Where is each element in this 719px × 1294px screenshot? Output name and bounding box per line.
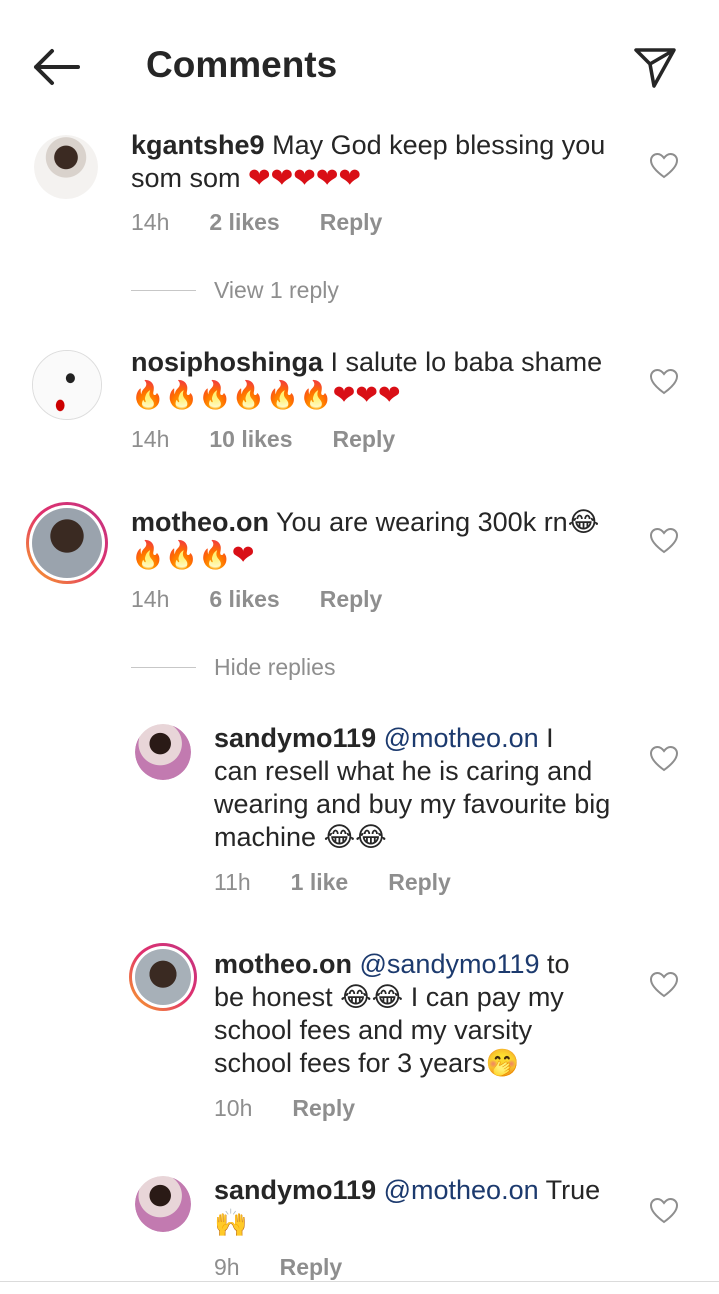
reply-body-1: True: [545, 1175, 601, 1205]
mention-link[interactable]: @sandymo119: [360, 949, 540, 979]
laughing-emoji: 😂: [567, 507, 600, 538]
comment-username[interactable]: motheo.on: [131, 507, 269, 537]
like-heart-icon[interactable]: [649, 367, 679, 397]
comment-meta: 14h 6 likes Reply: [131, 586, 382, 613]
reply-body-2: can resell what he is caring and: [214, 756, 593, 786]
hide-replies-toggle[interactable]: Hide replies: [131, 654, 335, 681]
reply-time: 9h: [214, 1254, 240, 1280]
header: Comments: [0, 0, 719, 130]
comment-body: You are wearing 300k rn: [276, 507, 568, 537]
comment-likes[interactable]: 2 likes: [209, 209, 279, 236]
reply-meta: 9h Reply: [214, 1254, 342, 1281]
reply-username[interactable]: motheo.on: [214, 949, 352, 979]
like-heart-icon[interactable]: [649, 526, 679, 556]
comment-meta: 14h 10 likes Reply: [131, 426, 395, 453]
thread-divider: [131, 290, 196, 291]
reply-body-3: wearing and buy my favourite big: [214, 789, 611, 819]
page-title: Comments: [146, 44, 338, 85]
reply-time: 10h: [214, 1095, 253, 1121]
reply-body-4: school fees for 3 years: [214, 1048, 486, 1078]
reply-button[interactable]: Reply: [280, 1254, 343, 1281]
back-arrow-icon[interactable]: [28, 44, 84, 90]
avatar[interactable]: [34, 135, 98, 199]
heart-emoji: ❤❤❤: [332, 380, 401, 411]
avatar[interactable]: [32, 350, 102, 420]
reply-likes[interactable]: 1 like: [291, 869, 349, 896]
hide-replies-label[interactable]: Hide replies: [214, 654, 335, 681]
comment-username[interactable]: nosiphoshinga: [131, 347, 323, 377]
heart-emoji: ❤❤❤❤❤: [248, 163, 362, 194]
like-heart-icon[interactable]: [649, 970, 679, 1000]
fire-emoji: 🔥🔥🔥: [131, 540, 232, 571]
bottom-divider: [0, 1281, 719, 1282]
reply-body-2a: be honest: [214, 982, 333, 1012]
reply-username[interactable]: sandymo119: [214, 723, 376, 753]
mention-link[interactable]: @motheo.on: [384, 723, 539, 753]
reply-body-1: to: [547, 949, 570, 979]
heart-emoji: ❤: [231, 540, 255, 571]
like-heart-icon[interactable]: [649, 744, 679, 774]
fire-emoji: 🔥🔥🔥🔥🔥🔥: [131, 380, 333, 411]
reply-text: sandymo119 @motheo.on I can resell what …: [214, 722, 634, 854]
reply-body-4: machine: [214, 822, 317, 852]
comment-text: nosiphoshinga I salute lo baba shame 🔥🔥🔥…: [131, 346, 621, 412]
thread-divider: [131, 667, 196, 668]
avatar-story-ring[interactable]: [129, 943, 197, 1011]
reply-body-2b: I can pay my: [410, 982, 564, 1012]
comment-username[interactable]: kgantshe9: [131, 130, 265, 160]
raising-hands-emoji: 🙌: [214, 1208, 248, 1239]
reply-button[interactable]: Reply: [320, 209, 383, 236]
comment-time: 14h: [131, 209, 170, 235]
comment-time: 14h: [131, 586, 170, 612]
comment-body: I salute lo baba shame: [330, 347, 603, 377]
reply-body-3: school fees and my varsity: [214, 1015, 533, 1045]
avatar[interactable]: [135, 1176, 191, 1232]
reply-meta: 11h 1 like Reply: [214, 869, 451, 896]
view-replies-label[interactable]: View 1 reply: [214, 277, 339, 304]
reply-text: sandymo119 @motheo.on True 🙌: [214, 1174, 634, 1240]
laughing-emoji: 😂😂: [340, 982, 404, 1013]
avatar[interactable]: [135, 724, 191, 780]
reply-time: 11h: [214, 869, 251, 895]
comment-time: 14h: [131, 426, 170, 452]
reply-button[interactable]: Reply: [333, 426, 396, 453]
reply-body-1: I: [546, 723, 554, 753]
view-replies-toggle[interactable]: View 1 reply: [131, 277, 339, 304]
reply-button[interactable]: Reply: [388, 869, 451, 896]
reply-button[interactable]: Reply: [292, 1095, 355, 1122]
reply-username[interactable]: sandymo119: [214, 1175, 376, 1205]
send-icon[interactable]: [630, 42, 680, 92]
like-heart-icon[interactable]: [649, 1196, 679, 1226]
comment-text: motheo.on You are wearing 300k rn😂 🔥🔥🔥❤: [131, 506, 621, 572]
avatar-story-ring[interactable]: [26, 502, 108, 584]
laughing-emoji: 😂😂: [323, 822, 387, 853]
reply-meta: 10h Reply: [214, 1095, 355, 1122]
hand-over-mouth-emoji: 🤭: [485, 1048, 520, 1079]
reply-button[interactable]: Reply: [320, 586, 383, 613]
mention-link[interactable]: @motheo.on: [384, 1175, 539, 1205]
reply-text: motheo.on @sandymo119 to be honest 😂😂 I …: [214, 948, 634, 1080]
comment-text: kgantshe9 May God keep blessing you som …: [131, 129, 621, 195]
comment-likes[interactable]: 10 likes: [209, 426, 292, 453]
like-heart-icon[interactable]: [649, 151, 679, 181]
comment-likes[interactable]: 6 likes: [209, 586, 279, 613]
comment-meta: 14h 2 likes Reply: [131, 209, 382, 236]
